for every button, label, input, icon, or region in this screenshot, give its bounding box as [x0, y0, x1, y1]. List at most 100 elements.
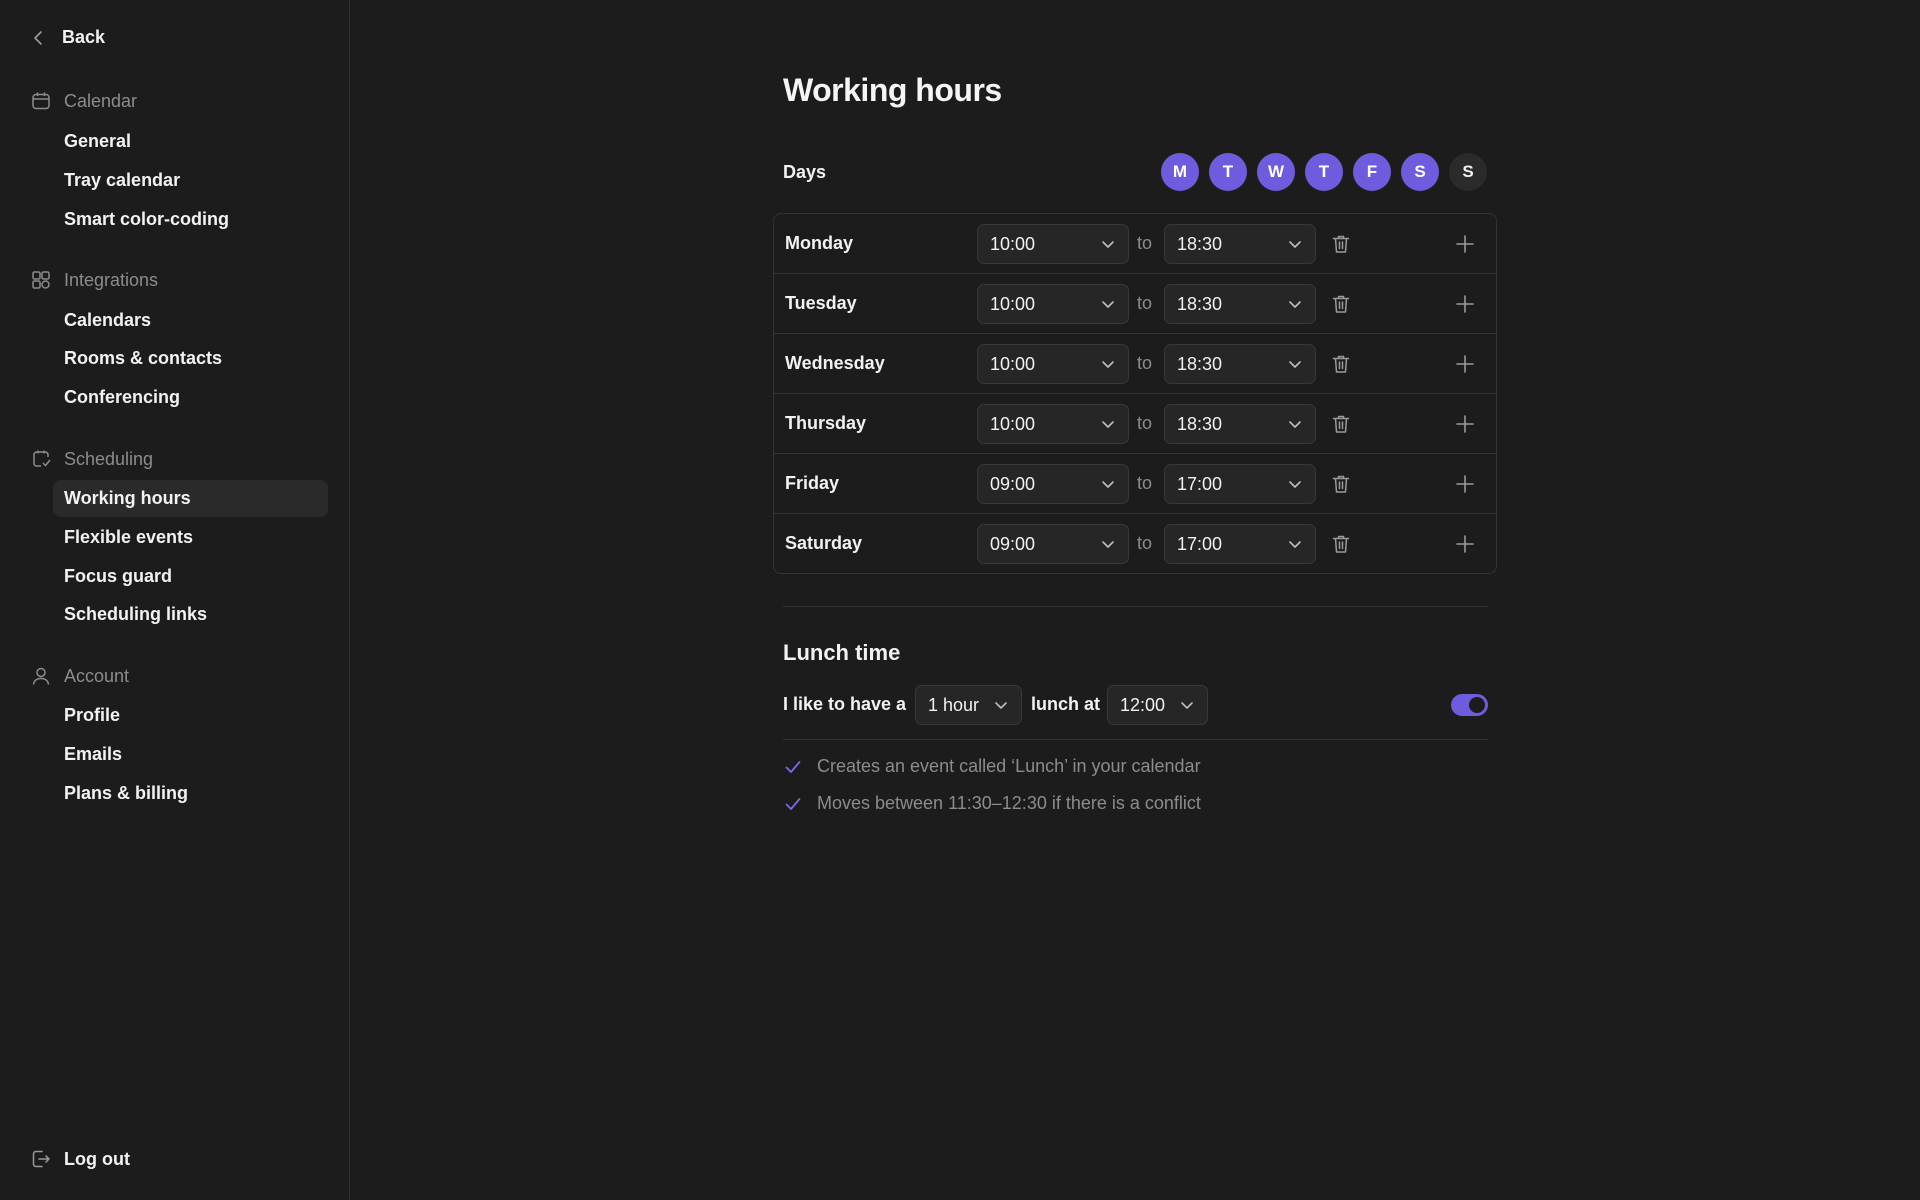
chevron-down-icon: [1289, 481, 1301, 488]
end-time-select[interactable]: 18:30: [1164, 224, 1316, 264]
end-time-value: 18:30: [1177, 233, 1223, 254]
hours-row-thursday: Thursday 10:00 to 18:30: [774, 394, 1496, 454]
day-toggle-wednesday[interactable]: W: [1257, 153, 1295, 191]
lunch-time-select[interactable]: 12:00: [1107, 685, 1209, 725]
plus-icon[interactable]: [1454, 473, 1476, 495]
sidebar-item-label: Tray calendar: [64, 170, 181, 190]
sidebar-item-emails[interactable]: Emails: [53, 736, 328, 773]
sidebar-item-label: Emails: [64, 744, 123, 764]
sidebar-item-label: Rooms & contacts: [64, 348, 223, 368]
lunch-title: Lunch time: [783, 640, 901, 665]
sidebar-item-calendars[interactable]: Calendars: [53, 302, 328, 339]
sidebar-item-tray-calendar[interactable]: Tray calendar: [53, 162, 328, 199]
start-time-select[interactable]: 09:00: [977, 524, 1129, 564]
start-time-select[interactable]: 10:00: [977, 344, 1129, 384]
integrations-icon: [32, 271, 50, 289]
lunch-toggle[interactable]: [1451, 694, 1488, 716]
start-time-value: 10:00: [990, 413, 1036, 434]
plus-icon[interactable]: [1454, 353, 1476, 375]
trash-icon[interactable]: [1330, 533, 1352, 555]
end-time-select[interactable]: 18:30: [1164, 344, 1316, 384]
end-time-select[interactable]: 17:00: [1164, 524, 1316, 564]
day-toggle-sunday[interactable]: S: [1449, 153, 1487, 191]
to-label: to: [1137, 473, 1153, 493]
hours-row-friday: Friday 09:00 to 17:00: [774, 454, 1496, 514]
sidebar: Back Calendar General Tray calendar Smar…: [0, 0, 350, 1200]
day-toggle-monday[interactable]: M: [1161, 153, 1199, 191]
start-time-select[interactable]: 10:00: [977, 404, 1129, 444]
lunch-note: Moves between 11:30–12:30 if there is a …: [783, 793, 1201, 814]
end-time-select[interactable]: 18:30: [1164, 284, 1316, 324]
plus-icon[interactable]: [1454, 233, 1476, 255]
sidebar-item-profile[interactable]: Profile: [53, 697, 328, 734]
section-title: Integrations: [64, 269, 159, 290]
start-time-value: 09:00: [990, 533, 1036, 554]
section-title: Account: [64, 665, 130, 686]
start-time-select[interactable]: 09:00: [977, 464, 1129, 504]
day-toggle-thursday[interactable]: T: [1305, 153, 1343, 191]
back-label: Back: [62, 27, 106, 47]
sidebar-item-label: Conferencing: [64, 387, 181, 407]
working-hours-table: Monday 10:00 to 18:30 Tuesday 10:00 to 18:30 Wed…: [773, 213, 1497, 574]
sidebar-item-focus-guard[interactable]: Focus guard: [53, 558, 328, 595]
scheduling-icon: [33, 450, 51, 467]
sidebar-item-label: Focus guard: [64, 566, 173, 586]
trash-icon[interactable]: [1330, 413, 1352, 435]
sidebar-item-conferencing[interactable]: Conferencing: [53, 379, 328, 416]
start-time-select[interactable]: 10:00: [977, 224, 1129, 264]
sidebar-item-label: Calendars: [64, 310, 152, 330]
lunch-prefix: I like to have a: [783, 694, 907, 714]
check-icon: [785, 760, 801, 773]
chevron-down-icon: [1102, 361, 1114, 368]
sidebar-item-plans-billing[interactable]: Plans & billing: [53, 775, 328, 812]
section-title: Scheduling: [64, 448, 154, 469]
trash-icon[interactable]: [1330, 353, 1352, 375]
day-name: Saturday: [785, 533, 863, 553]
day-name: Tuesday: [785, 293, 857, 313]
chevron-down-icon: [995, 702, 1007, 709]
sidebar-item-scheduling-links[interactable]: Scheduling links: [53, 596, 328, 633]
plus-icon[interactable]: [1454, 293, 1476, 315]
to-label: to: [1137, 413, 1153, 433]
chevron-down-icon: [1289, 241, 1301, 248]
day-toggle-tuesday[interactable]: T: [1209, 153, 1247, 191]
sidebar-item-smart-color-coding[interactable]: Smart color-coding: [53, 201, 328, 238]
sidebar-item-flexible-events[interactable]: Flexible events: [53, 519, 328, 556]
hours-row-monday: Monday 10:00 to 18:30: [774, 214, 1496, 274]
section-title: Calendar: [64, 90, 138, 111]
logout-button[interactable]: Log out: [30, 1148, 130, 1170]
chevron-left-icon: [34, 30, 42, 45]
end-time-select[interactable]: 17:00: [1164, 464, 1316, 504]
end-time-value: 17:00: [1177, 473, 1223, 494]
sidebar-item-label: Profile: [64, 705, 121, 725]
lunch-note: Creates an event called ‘Lunch’ in your …: [783, 756, 1201, 777]
sidebar-item-label: Scheduling links: [64, 604, 208, 624]
lunch-time-value: 12:00: [1120, 694, 1166, 715]
day-toggle-saturday[interactable]: S: [1401, 153, 1439, 191]
sidebar-item-working-hours[interactable]: Working hours: [53, 480, 328, 517]
end-time-value: 18:30: [1177, 353, 1223, 374]
sidebar-item-general[interactable]: General: [53, 123, 328, 160]
to-label: to: [1137, 353, 1153, 373]
logout-label: Log out: [64, 1148, 130, 1169]
back-button[interactable]: Back: [30, 27, 105, 48]
sidebar-item-label: Plans & billing: [64, 783, 189, 803]
section-integrations: Integrations: [30, 269, 158, 291]
logout-icon: [32, 1150, 50, 1168]
start-time-select[interactable]: 10:00: [977, 284, 1129, 324]
day-toggle-friday[interactable]: F: [1353, 153, 1391, 191]
trash-icon[interactable]: [1330, 473, 1352, 495]
end-time-value: 18:30: [1177, 413, 1223, 434]
chevron-down-icon: [1289, 361, 1301, 368]
trash-icon[interactable]: [1330, 293, 1352, 315]
trash-icon[interactable]: [1330, 233, 1352, 255]
plus-icon[interactable]: [1454, 413, 1476, 435]
lunch-duration-select[interactable]: 1 hour: [915, 685, 1023, 725]
plus-icon[interactable]: [1454, 533, 1476, 555]
sidebar-item-rooms-contacts[interactable]: Rooms & contacts: [53, 340, 328, 377]
end-time-select[interactable]: 18:30: [1164, 404, 1316, 444]
section-calendar: Calendar: [30, 90, 137, 112]
user-icon: [32, 667, 50, 685]
day-name: Monday: [785, 233, 854, 253]
sidebar-item-label: Smart color-coding: [64, 209, 230, 229]
